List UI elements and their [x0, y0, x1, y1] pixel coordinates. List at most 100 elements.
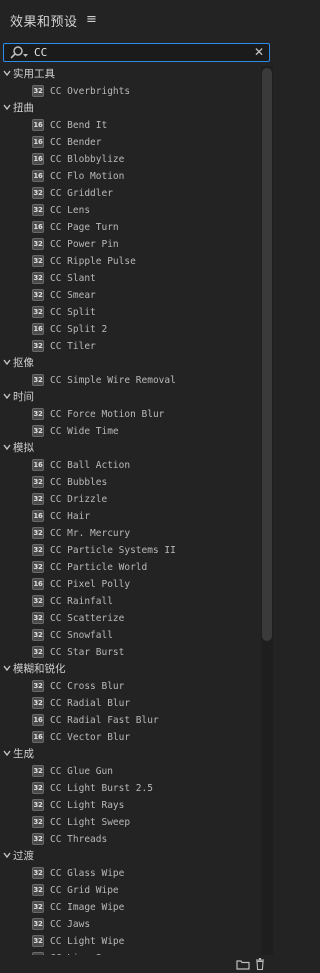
effect-label: CC Vector Blur: [50, 732, 131, 743]
bit-depth-badge-icon: 32: [32, 918, 44, 930]
effect-item[interactable]: 16 CC Blobbylize: [0, 151, 260, 168]
bit-depth-badge-icon: 16: [32, 153, 44, 165]
effect-item[interactable]: 32 CC Scatterize: [0, 610, 260, 627]
chevron-down-icon[interactable]: [3, 103, 11, 111]
effect-item[interactable]: 32 CC Drizzle: [0, 491, 260, 508]
group-header[interactable]: 过渡: [0, 848, 260, 865]
effect-item[interactable]: 32 CC Overbrights: [0, 83, 260, 100]
effect-item[interactable]: 32 CC Slant: [0, 270, 260, 287]
effect-item[interactable]: 16 CC Split 2: [0, 321, 260, 338]
effect-item[interactable]: 32 CC Particle Systems II: [0, 542, 260, 559]
effect-label: CC Jaws: [50, 919, 91, 930]
bit-depth-badge-icon: 32: [32, 697, 44, 709]
effect-item[interactable]: 16 CC Ball Action: [0, 457, 260, 474]
effect-item[interactable]: 32 CC Ripple Pulse: [0, 253, 260, 270]
effect-label: CC Lens: [50, 205, 91, 216]
effect-item[interactable]: 32 CC Griddler: [0, 185, 260, 202]
effect-item[interactable]: 32 CC Snowfall: [0, 627, 260, 644]
effect-label: CC Pixel Polly: [50, 579, 131, 590]
effect-item[interactable]: 32 CC Light Rays: [0, 797, 260, 814]
search-box[interactable]: ✕: [3, 43, 270, 62]
effect-item[interactable]: 32 CC Jaws: [0, 916, 260, 933]
group-header[interactable]: 模拟: [0, 440, 260, 457]
effect-item[interactable]: 32 CC Star Burst: [0, 644, 260, 661]
bit-depth-badge-icon: 16: [32, 221, 44, 233]
scrollbar-thumb[interactable]: [262, 68, 272, 641]
effect-item[interactable]: 32 CC Tiler: [0, 338, 260, 355]
effect-item[interactable]: 16 CC Pixel Polly: [0, 576, 260, 593]
chevron-down-icon[interactable]: [3, 851, 11, 859]
effect-item[interactable]: 32 CC Lens: [0, 202, 260, 219]
effect-item[interactable]: 16 CC Vector Blur: [0, 729, 260, 746]
effects-tree: 实用工具 32 CC Overbrights 扭曲 16 CC Bend It 16 CC B…: [0, 66, 260, 967]
effect-item[interactable]: 16 CC Page Turn: [0, 219, 260, 236]
effect-item[interactable]: 32 CC Bubbles: [0, 474, 260, 491]
effect-item[interactable]: 32 CC Grid Wipe: [0, 882, 260, 899]
chevron-down-icon[interactable]: [3, 749, 11, 757]
bit-depth-badge-icon: 32: [32, 85, 44, 97]
chevron-down-icon[interactable]: [3, 664, 11, 672]
effect-item[interactable]: 32 CC Light Burst 2.5: [0, 780, 260, 797]
effect-label: CC Grid Wipe: [50, 885, 119, 896]
group-label: 生成: [13, 748, 34, 760]
effect-item[interactable]: 32 CC Force Motion Blur: [0, 406, 260, 423]
effect-item[interactable]: 32 CC Rainfall: [0, 593, 260, 610]
group-header[interactable]: 时间: [0, 389, 260, 406]
effect-label: CC Star Burst: [50, 647, 125, 658]
effect-item[interactable]: 32 CC Power Pin: [0, 236, 260, 253]
effect-label: CC Bend It: [50, 120, 108, 131]
bit-depth-badge-icon: 32: [32, 867, 44, 879]
bit-depth-badge-icon: 32: [32, 289, 44, 301]
group-header[interactable]: 模糊和锐化: [0, 661, 260, 678]
group-header[interactable]: 扭曲: [0, 100, 260, 117]
effect-item[interactable]: 32 CC Wide Time: [0, 423, 260, 440]
panel-menu-icon[interactable]: ≡: [86, 12, 97, 27]
group-header[interactable]: 实用工具: [0, 66, 260, 83]
effect-item[interactable]: 32 CC Split: [0, 304, 260, 321]
bit-depth-badge-icon: 32: [32, 187, 44, 199]
search-icon[interactable]: [9, 45, 29, 61]
effect-item[interactable]: 16 CC Bend It: [0, 117, 260, 134]
effect-item[interactable]: 16 CC Bender: [0, 134, 260, 151]
effect-item[interactable]: 32 CC Light Wipe: [0, 933, 260, 950]
effect-item[interactable]: 32 CC Glue Gun: [0, 763, 260, 780]
effect-label: CC Glass Wipe: [50, 868, 125, 879]
trash-icon[interactable]: [255, 958, 265, 970]
chevron-down-icon[interactable]: [3, 69, 11, 77]
effect-item[interactable]: 32 CC Simple Wire Removal: [0, 372, 260, 389]
search-input[interactable]: [34, 44, 244, 61]
effect-item[interactable]: 32 CC Glass Wipe: [0, 865, 260, 882]
effect-label: CC Bender: [50, 137, 102, 148]
chevron-down-icon[interactable]: [3, 358, 11, 366]
clear-search-icon[interactable]: ✕: [254, 44, 264, 61]
effect-item[interactable]: 32 CC Mr. Mercury: [0, 525, 260, 542]
bit-depth-badge-icon: 32: [32, 765, 44, 777]
effect-label: CC Image Wipe: [50, 902, 125, 913]
group-header[interactable]: 抠像: [0, 355, 260, 372]
bit-depth-badge-icon: 32: [32, 340, 44, 352]
bit-depth-badge-icon: 32: [32, 238, 44, 250]
effect-item[interactable]: 32 CC Cross Blur: [0, 678, 260, 695]
effect-item[interactable]: 32 CC Light Sweep: [0, 814, 260, 831]
bit-depth-badge-icon: 32: [32, 646, 44, 658]
effect-item[interactable]: 32 CC Particle World: [0, 559, 260, 576]
scrollbar[interactable]: [261, 66, 273, 966]
effect-item[interactable]: 32 CC Threads: [0, 831, 260, 848]
group-header[interactable]: 生成: [0, 746, 260, 763]
group-label: 实用工具: [13, 68, 55, 80]
effect-item[interactable]: 32 CC Image Wipe: [0, 899, 260, 916]
bit-depth-badge-icon: 16: [32, 510, 44, 522]
effect-item[interactable]: 32 CC Radial Blur: [0, 695, 260, 712]
bit-depth-badge-icon: 32: [32, 595, 44, 607]
chevron-down-icon[interactable]: [3, 392, 11, 400]
effect-item[interactable]: 16 CC Radial Fast Blur: [0, 712, 260, 729]
bit-depth-badge-icon: 32: [32, 527, 44, 539]
new-folder-icon[interactable]: [236, 959, 250, 970]
effect-label: CC Force Motion Blur: [50, 409, 165, 420]
bit-depth-badge-icon: 32: [32, 935, 44, 947]
chevron-down-icon[interactable]: [3, 443, 11, 451]
effect-item[interactable]: 32 CC Smear: [0, 287, 260, 304]
effect-item[interactable]: 16 CC Flo Motion: [0, 168, 260, 185]
bit-depth-badge-icon: 16: [32, 714, 44, 726]
effect-item[interactable]: 16 CC Hair: [0, 508, 260, 525]
